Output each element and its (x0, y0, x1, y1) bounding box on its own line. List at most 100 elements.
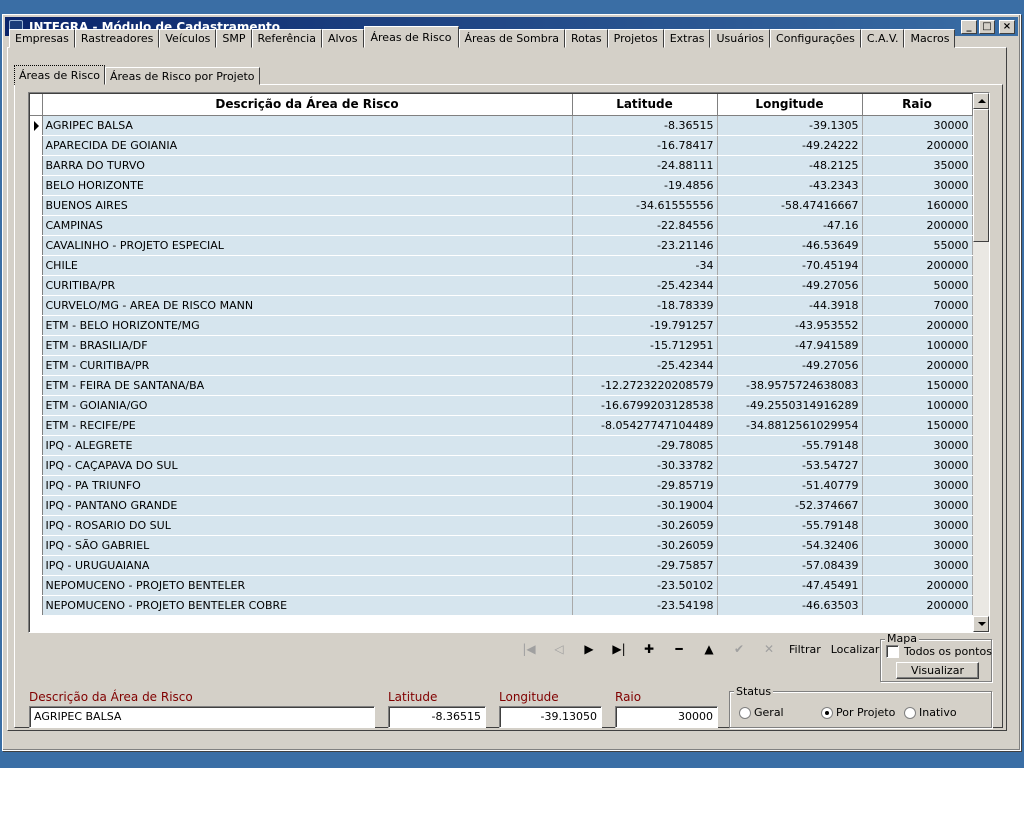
table-row[interactable]: BARRA DO TURVO -24.88111 -48.2125 35000 (30, 155, 973, 176)
cell-latitude[interactable]: -22.84556 (572, 215, 718, 236)
cell-longitude[interactable]: -34.8812561029954 (717, 415, 863, 436)
cell-descricao[interactable]: IPQ - PA TRIUNFO (42, 475, 573, 496)
cell-raio[interactable]: 35000 (862, 155, 973, 176)
grid-vertical-scrollbar[interactable] (973, 93, 989, 632)
cell-longitude[interactable]: -57.08439 (717, 555, 863, 576)
cell-longitude[interactable]: -58.47416667 (717, 195, 863, 216)
cell-raio[interactable]: 30000 (862, 115, 973, 136)
row-indicator[interactable] (30, 195, 43, 216)
cell-longitude[interactable]: -49.27056 (717, 355, 863, 376)
table-row[interactable]: IPQ - CAÇAPAVA DO SUL -30.33782 -53.54727 3… (30, 455, 973, 476)
cell-latitude[interactable]: -8.36515 (572, 115, 718, 136)
row-indicator[interactable] (30, 335, 43, 356)
table-row[interactable]: NEPOMUCENO - PROJETO BENTELER COBRE -23.5… (30, 595, 973, 616)
subtab-areas-de-risco[interactable]: Áreas de Risco (14, 65, 105, 85)
scroll-up-button[interactable] (973, 93, 989, 109)
row-indicator[interactable] (30, 275, 43, 296)
table-row[interactable]: CURVELO/MG - AREA DE RISCO MANN -18.78339… (30, 295, 973, 316)
cell-descricao[interactable]: CHILE (42, 255, 573, 276)
all-points-checkbox[interactable]: Todos os pontos (886, 645, 992, 658)
tab-projetos[interactable]: Projetos (607, 29, 664, 48)
column-header-raio[interactable]: Raio (862, 94, 973, 116)
tab-configuracoes[interactable]: Configurações (770, 29, 861, 48)
cell-descricao[interactable]: NEPOMUCENO - PROJETO BENTELER COBRE (42, 595, 573, 616)
row-indicator[interactable] (30, 115, 43, 136)
column-header-longitude[interactable]: Longitude (717, 94, 863, 116)
cell-longitude[interactable]: -47.16 (717, 215, 863, 236)
radio-por-projeto[interactable] (821, 706, 833, 719)
table-row[interactable]: ETM - RECIFE/PE -8.05427747104489 -34.8812… (30, 415, 973, 436)
table-row[interactable]: ETM - BRASILIA/DF -15.712951 -47.941589 100… (30, 335, 973, 356)
row-indicator[interactable] (30, 395, 43, 416)
cell-latitude[interactable]: -29.75857 (572, 555, 718, 576)
cell-raio[interactable]: 150000 (862, 415, 973, 436)
post-record-icon[interactable]: ✔ (724, 640, 754, 658)
cell-longitude[interactable]: -38.9575724638083 (717, 375, 863, 396)
subtab-areas-por-projeto[interactable]: Áreas de Risco por Projeto (105, 67, 260, 85)
filter-button[interactable]: Filtrar (784, 640, 826, 658)
cell-descricao[interactable]: ETM - CURITIBA/PR (42, 355, 573, 376)
row-indicator[interactable] (30, 355, 43, 376)
visualizar-button[interactable]: Visualizar (896, 662, 979, 679)
tab-rotas[interactable]: Rotas (564, 29, 608, 48)
row-indicator[interactable] (30, 295, 43, 316)
cell-descricao[interactable]: CURVELO/MG - AREA DE RISCO MANN (42, 295, 573, 316)
row-indicator[interactable] (30, 515, 43, 536)
column-header-descricao[interactable]: Descrição da Área de Risco (42, 94, 573, 116)
cell-longitude[interactable]: -49.24222 (717, 135, 863, 156)
row-indicator[interactable] (30, 455, 43, 476)
cell-raio[interactable]: 100000 (862, 395, 973, 416)
cell-descricao[interactable]: IPQ - CAÇAPAVA DO SUL (42, 455, 573, 476)
radio-geral[interactable] (739, 706, 751, 719)
cell-raio[interactable]: 30000 (862, 435, 973, 456)
tab-alvos[interactable]: Alvos (321, 29, 364, 48)
tab-veiculos[interactable]: Veículos (159, 29, 217, 48)
cell-latitude[interactable]: -19.791257 (572, 315, 718, 336)
cell-descricao[interactable]: CAVALINHO - PROJETO ESPECIAL (42, 235, 573, 256)
cell-raio[interactable]: 200000 (862, 355, 973, 376)
cell-latitude[interactable]: -16.78417 (572, 135, 718, 156)
close-button[interactable]: × (999, 19, 1015, 34)
cell-latitude[interactable]: -30.33782 (572, 455, 718, 476)
prior-record-icon[interactable]: ◁ (544, 640, 574, 658)
cell-latitude[interactable]: -25.42344 (572, 275, 718, 296)
cell-longitude[interactable]: -44.3918 (717, 295, 863, 316)
cell-descricao[interactable]: APARECIDA DE GOIANIA (42, 135, 573, 156)
cell-latitude[interactable]: -8.05427747104489 (572, 415, 718, 436)
cell-latitude[interactable]: -16.6799203128538 (572, 395, 718, 416)
cell-longitude[interactable]: -55.79148 (717, 515, 863, 536)
column-header-latitude[interactable]: Latitude (572, 94, 718, 116)
cell-descricao[interactable]: ETM - GOIANIA/GO (42, 395, 573, 416)
cell-latitude[interactable]: -34 (572, 255, 718, 276)
cell-raio[interactable]: 200000 (862, 315, 973, 336)
cell-longitude[interactable]: -52.374667 (717, 495, 863, 516)
maximize-button[interactable]: □ (979, 19, 995, 34)
table-row[interactable]: IPQ - ALEGRETE -29.78085 -55.79148 30000 (30, 435, 973, 456)
cell-descricao[interactable]: CURITIBA/PR (42, 275, 573, 296)
cell-latitude[interactable]: -25.42344 (572, 355, 718, 376)
cell-raio[interactable]: 55000 (862, 235, 973, 256)
row-indicator[interactable] (30, 595, 43, 616)
insert-record-icon[interactable]: ✚ (634, 640, 664, 658)
next-record-icon[interactable]: ▶ (574, 640, 604, 658)
cell-latitude[interactable]: -18.78339 (572, 295, 718, 316)
cell-longitude[interactable]: -43.2343 (717, 175, 863, 196)
tab-rastreadores[interactable]: Rastreadores (74, 29, 160, 48)
cell-latitude[interactable]: -23.21146 (572, 235, 718, 256)
cell-latitude[interactable]: -23.50102 (572, 575, 718, 596)
tab-cav[interactable]: C.A.V. (860, 29, 905, 48)
tab-smp[interactable]: SMP (216, 29, 252, 48)
cell-longitude[interactable]: -49.2550314916289 (717, 395, 863, 416)
cell-descricao[interactable]: BARRA DO TURVO (42, 155, 573, 176)
cell-raio[interactable]: 150000 (862, 375, 973, 396)
cell-descricao[interactable]: IPQ - ROSARIO DO SUL (42, 515, 573, 536)
cell-raio[interactable]: 30000 (862, 175, 973, 196)
row-indicator[interactable] (30, 155, 43, 176)
cell-latitude[interactable]: -19.4856 (572, 175, 718, 196)
cell-raio[interactable]: 70000 (862, 295, 973, 316)
cell-latitude[interactable]: -24.88111 (572, 155, 718, 176)
status-geral-radio[interactable]: Geral (739, 706, 784, 719)
cell-latitude[interactable]: -30.26059 (572, 515, 718, 536)
table-row[interactable]: BELO HORIZONTE -19.4856 -43.2343 30000 (30, 175, 973, 196)
cell-descricao[interactable]: ETM - BELO HORIZONTE/MG (42, 315, 573, 336)
